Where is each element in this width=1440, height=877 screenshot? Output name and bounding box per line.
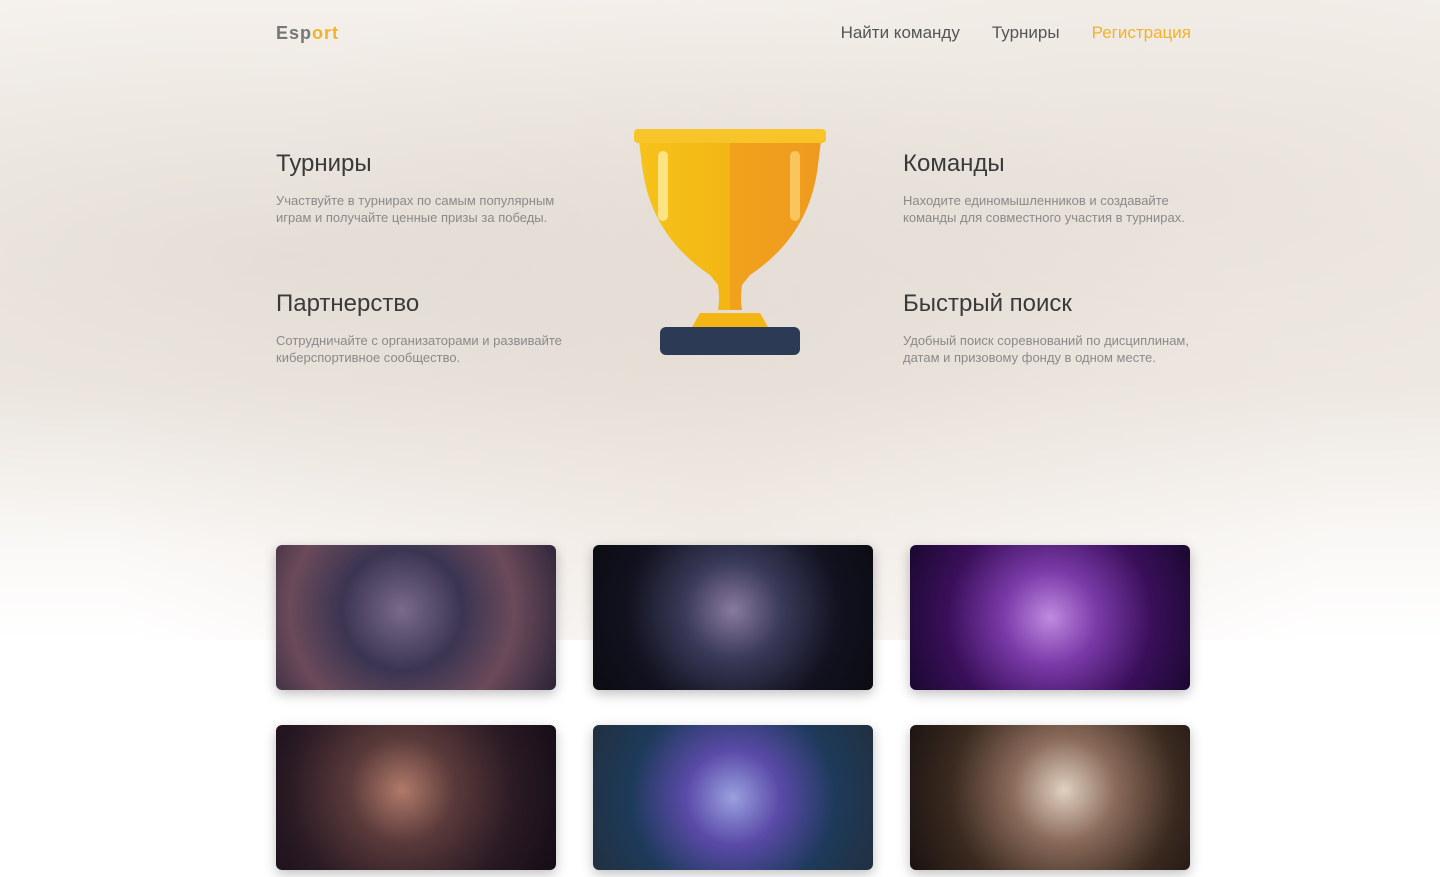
trophy-icon [630, 125, 830, 365]
feature-teams: Команды Находите единомышленников и созд… [903, 150, 1213, 226]
feature-text: Участвуйте в турнирах по самым популярны… [276, 193, 555, 225]
nav-link-tournaments[interactable]: Турниры [992, 23, 1060, 43]
feature-tournaments: Турниры Участвуйте в турнирах по самым п… [276, 150, 586, 226]
feature-partnership: Партнерство Сотрудничайте с организатора… [276, 290, 586, 366]
game-card[interactable] [593, 725, 873, 870]
nav-link-find-team[interactable]: Найти команду [841, 23, 960, 43]
feature-title: Команды [903, 150, 1005, 177]
feature-text: Удобный поиск соревнований по дисциплина… [903, 333, 1189, 365]
site-header: Esport Найти команду Турниры Регистрация [276, 18, 1191, 48]
game-card[interactable] [910, 545, 1190, 690]
feature-title: Быстрый поиск [903, 290, 1072, 317]
main-nav: Найти команду Турниры Регистрация [841, 23, 1191, 43]
feature-text: Сотрудничайте с организаторами и развива… [276, 333, 562, 365]
logo[interactable]: Esport [276, 23, 339, 44]
feature-quick-search: Быстрый поиск Удобный поиск соревнований… [903, 290, 1213, 366]
logo-main-text: Esp [276, 22, 313, 43]
game-card[interactable] [910, 725, 1190, 870]
feature-text: Находите единомышленников и создавайте к… [903, 193, 1185, 225]
logo-accent-text: ort [312, 22, 340, 43]
game-card[interactable] [593, 545, 873, 690]
game-card[interactable] [276, 725, 556, 870]
games-grid [276, 545, 1191, 870]
feature-title: Турниры [276, 150, 372, 177]
feature-title: Партнерство [276, 290, 420, 317]
nav-link-register[interactable]: Регистрация [1092, 23, 1191, 43]
game-card[interactable] [276, 545, 556, 690]
